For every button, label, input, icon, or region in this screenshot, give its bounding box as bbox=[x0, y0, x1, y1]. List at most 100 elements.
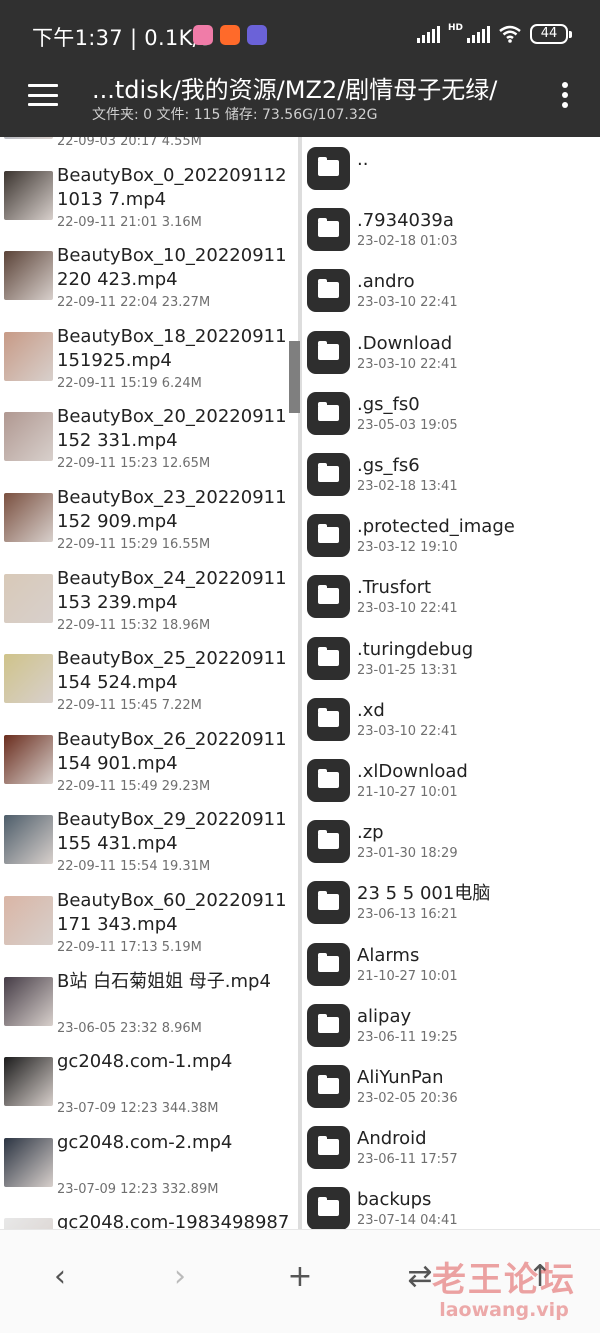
folder-row[interactable]: backups 23-07-14 04:41 bbox=[302, 1178, 600, 1229]
file-row[interactable]: BeautyBox_0_20220903201710.mp422-09-03 2… bbox=[0, 137, 298, 160]
folder-icon bbox=[307, 391, 350, 435]
parent-folder-button[interactable]: ↑ bbox=[515, 1252, 565, 1302]
file-row[interactable]: BeautyBox_29_20220911155 431.mp4 22-09-11… bbox=[0, 805, 298, 885]
file-row[interactable]: BeautyBox_60_20220911171 343.mp4 22-09-11… bbox=[0, 886, 298, 966]
file-row[interactable]: BeautyBox_0_2022091121013 7.mp4 22-09-11 … bbox=[0, 161, 298, 241]
file-name: gc2048.com-1983498987_7 07_6100413763024… bbox=[57, 1212, 290, 1229]
folder-name: AliYunPan bbox=[357, 1067, 444, 1088]
folder-row[interactable]: alipay 23-06-11 19:25 bbox=[302, 995, 600, 1056]
folder-date: 23-03-10 22:41 bbox=[357, 601, 458, 617]
file-name: BeautyBox_10_20220911220 423.mp4 bbox=[57, 245, 287, 291]
file-name: gc2048.com-1.mp4 bbox=[57, 1051, 233, 1073]
file-meta: 22-09-11 15:45 7.22M bbox=[57, 698, 202, 714]
video-thumbnail bbox=[4, 412, 53, 462]
folder-icon bbox=[307, 942, 350, 986]
status-bar: 下午1:37 | 0.1K/s HD 44 bbox=[0, 0, 600, 70]
folder-icon bbox=[307, 453, 350, 496]
folder-date: 23-03-10 22:41 bbox=[357, 356, 458, 372]
status-time: 下午1:37 | 0.1K/s bbox=[32, 26, 212, 50]
folder-row[interactable]: Alarms 21-10-27 10:01 bbox=[302, 934, 600, 995]
folder-name: .xd bbox=[357, 699, 385, 721]
folder-row[interactable]: AliYunPan 23-02-05 20:36 bbox=[302, 1056, 600, 1117]
back-button[interactable]: ‹ bbox=[35, 1252, 85, 1302]
folder-list-pane[interactable]: .. .7934039a 23-02-18 01:03 .andro 23-03-10 … bbox=[302, 137, 600, 1229]
folder-icon bbox=[307, 147, 350, 190]
tieba-app-icon bbox=[247, 25, 267, 45]
folder-name: Android bbox=[357, 1128, 427, 1150]
folder-icon bbox=[307, 1187, 350, 1229]
folder-row[interactable]: .zp 23-01-30 18:29 bbox=[302, 811, 600, 872]
folder-icon bbox=[307, 697, 350, 741]
folder-date: 23-02-18 01:03 bbox=[357, 234, 458, 250]
folder-row[interactable]: .gs_fs0 23-05-03 19:05 bbox=[302, 383, 600, 444]
signal-icon-2 bbox=[467, 25, 490, 43]
folder-row[interactable]: .gs_fs6 23-02-18 13:41 bbox=[302, 444, 600, 505]
file-list-pane[interactable]: BeautyBox_0_20220903201710.mp422-09-03 2… bbox=[0, 137, 298, 1229]
folder-row[interactable]: 23 5 5 001电脑 23-06-13 16:21 bbox=[302, 872, 600, 933]
folder-row[interactable]: .xd 23-03-10 22:41 bbox=[302, 689, 600, 750]
file-name: BeautyBox_29_20220911155 431.mp4 bbox=[57, 809, 287, 855]
file-row[interactable]: B站 白石菊姐姐 母子.mp4 23-06-05 23:32 8.96M bbox=[0, 967, 298, 1047]
file-row[interactable]: BeautyBox_20_20220911152 331.mp4 22-09-11… bbox=[0, 402, 298, 482]
video-thumbnail bbox=[4, 251, 53, 301]
file-meta: 22-09-03 20:17 4.55M bbox=[57, 137, 202, 149]
folder-date: 21-10-27 10:01 bbox=[357, 968, 458, 984]
file-row[interactable]: BeautyBox_25_20220911154 524.mp4 22-09-11… bbox=[0, 644, 298, 724]
taobao-app-icon bbox=[220, 25, 240, 45]
folder-name: .. bbox=[357, 149, 369, 170]
folder-date: 23-06-11 17:57 bbox=[357, 1152, 458, 1168]
video-thumbnail bbox=[4, 976, 53, 1026]
file-name: BeautyBox_60_20220911171 343.mp4 bbox=[57, 890, 287, 935]
overflow-menu-icon[interactable] bbox=[562, 82, 570, 108]
forward-button[interactable]: › bbox=[155, 1252, 205, 1302]
file-row[interactable]: BeautyBox_23_20220911152 909.mp4 22-09-11… bbox=[0, 483, 298, 563]
folder-row[interactable]: .7934039a 23-02-18 01:03 bbox=[302, 199, 600, 260]
video-thumbnail bbox=[4, 331, 53, 381]
video-thumbnail bbox=[4, 137, 53, 139]
file-meta: 22-09-11 15:49 29.23M bbox=[57, 778, 211, 794]
folder-icon bbox=[307, 881, 350, 925]
file-name: BeautyBox_20_20220911152 331.mp4 bbox=[57, 406, 287, 452]
folder-name: 23 5 5 001电脑 bbox=[357, 883, 491, 905]
file-meta: 22-09-11 15:19 6.24M bbox=[57, 375, 202, 391]
menu-icon[interactable] bbox=[28, 84, 58, 106]
add-button[interactable]: + bbox=[275, 1252, 325, 1302]
folder-icon bbox=[307, 208, 350, 252]
folder-name: alipay bbox=[357, 1005, 412, 1027]
file-row[interactable]: gc2048.com-1.mp4 23-07-09 12:23 344.38M bbox=[0, 1047, 298, 1127]
folder-row[interactable]: .andro 23-03-10 22:41 bbox=[302, 260, 600, 321]
video-thumbnail bbox=[4, 573, 53, 623]
video-thumbnail bbox=[4, 1218, 53, 1229]
video-thumbnail bbox=[4, 815, 53, 865]
bilibili-app-icon bbox=[193, 25, 213, 45]
file-row[interactable]: BeautyBox_24_20220911153 239.mp4 22-09-11… bbox=[0, 564, 298, 644]
scrollbar-thumb[interactable] bbox=[289, 341, 300, 413]
file-meta: 22-09-11 15:32 18.96M bbox=[57, 617, 211, 633]
folder-date: 23-07-14 04:41 bbox=[357, 1213, 458, 1229]
video-thumbnail bbox=[4, 493, 53, 542]
file-row[interactable]: BeautyBox_26_20220911154 901.mp4 22-09-11… bbox=[0, 725, 298, 805]
file-meta: 22-09-11 22:04 23.27M bbox=[57, 295, 211, 311]
file-row[interactable]: BeautyBox_18_20220911151925.mp4 22-09-11 … bbox=[0, 322, 298, 402]
folder-row[interactable]: .Trusfort 23-03-10 22:41 bbox=[302, 566, 600, 627]
folder-row[interactable]: .Download 23-03-10 22:41 bbox=[302, 322, 600, 383]
file-row[interactable]: gc2048.com-1983498987_7 07_6100413763024… bbox=[0, 1208, 298, 1229]
folder-date: 23-01-25 13:31 bbox=[357, 662, 458, 678]
file-meta: 22-09-11 15:29 16.55M bbox=[57, 537, 211, 552]
folder-date: 23-02-05 20:36 bbox=[357, 1091, 458, 1106]
file-row[interactable]: gc2048.com-2.mp4 23-07-09 12:23 332.89M bbox=[0, 1128, 298, 1208]
file-row[interactable]: BeautyBox_10_20220911220 423.mp4 22-09-11… bbox=[0, 241, 298, 321]
file-name: BeautyBox_0_2022091121013 7.mp4 bbox=[57, 164, 287, 210]
swap-panes-button[interactable]: ⇄ bbox=[395, 1252, 445, 1302]
folder-row[interactable]: .xlDownload 21-10-27 10:01 bbox=[302, 750, 600, 811]
folder-row[interactable]: .protected_image 23-03-12 19:10 bbox=[302, 505, 600, 566]
folder-name: .xlDownload bbox=[357, 761, 468, 782]
folder-icon bbox=[307, 575, 350, 619]
folder-row[interactable]: .turingdebug 23-01-25 13:31 bbox=[302, 628, 600, 689]
folder-name: .protected_image bbox=[357, 516, 515, 538]
folder-row[interactable]: .. bbox=[302, 138, 600, 199]
folder-name: Alarms bbox=[357, 944, 420, 966]
folder-date: 23-05-03 19:05 bbox=[357, 417, 458, 433]
folder-row[interactable]: Android 23-06-11 17:57 bbox=[302, 1117, 600, 1178]
file-name: BeautyBox_25_20220911154 524.mp4 bbox=[57, 648, 287, 694]
